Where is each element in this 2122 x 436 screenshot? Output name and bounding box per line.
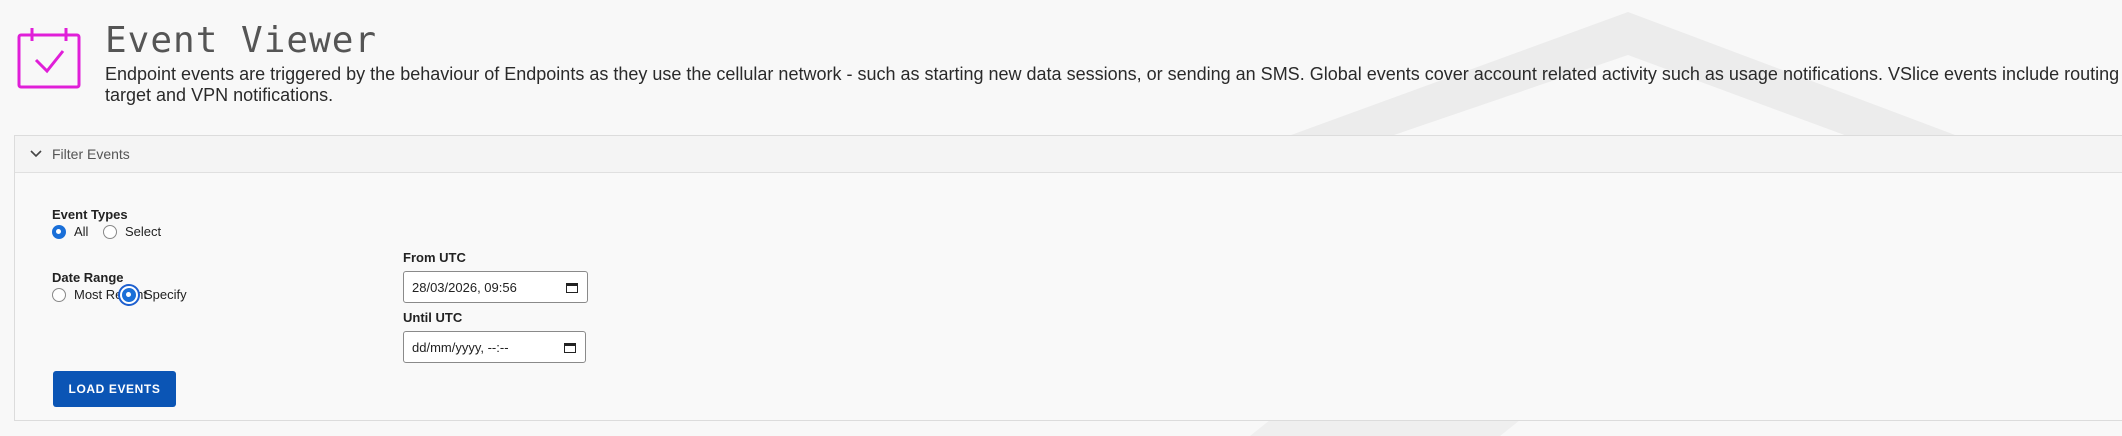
event-types-select-radio[interactable]: Select xyxy=(103,224,161,239)
radio-button[interactable] xyxy=(52,224,66,239)
filter-events-panel: Filter Events Event Types All Select Dat… xyxy=(14,135,2122,421)
until-utc-value: dd/mm/yyyy, --:-- xyxy=(412,339,509,355)
from-utc-value: 28/03/2026, 09:56 xyxy=(412,279,517,295)
from-utc-input[interactable]: 28/03/2026, 09:56 xyxy=(403,271,588,303)
calendar-icon[interactable] xyxy=(566,282,578,293)
page-title: Event Viewer xyxy=(105,20,378,61)
radio-label: Specify xyxy=(144,287,187,302)
event-types-all-radio[interactable]: All xyxy=(52,224,88,239)
radio-button[interactable] xyxy=(52,287,66,302)
event-types-label: Event Types xyxy=(52,207,128,222)
load-events-button[interactable]: LOAD EVENTS xyxy=(53,371,176,407)
chevron-down-icon xyxy=(30,150,42,158)
until-utc-label: Until UTC xyxy=(403,310,463,325)
radio-label: Select xyxy=(125,224,162,239)
filter-events-toggle[interactable]: Filter Events xyxy=(15,136,2122,173)
calendar-icon[interactable] xyxy=(564,342,576,353)
from-utc-label: From UTC xyxy=(403,250,466,265)
panel-title: Filter Events xyxy=(52,146,130,162)
radio-button[interactable] xyxy=(122,287,136,302)
radio-label: All xyxy=(74,224,89,239)
page-header: Event Viewer Endpoint events are trigger… xyxy=(16,20,2122,110)
page-description: Endpoint events are triggered by the beh… xyxy=(105,64,2120,105)
until-utc-input[interactable]: dd/mm/yyyy, --:-- xyxy=(403,331,586,363)
date-range-specify-radio[interactable]: Specify xyxy=(122,287,187,302)
calendar-check-icon xyxy=(17,28,81,89)
date-range-label: Date Range xyxy=(52,270,124,285)
radio-button[interactable] xyxy=(103,224,117,239)
